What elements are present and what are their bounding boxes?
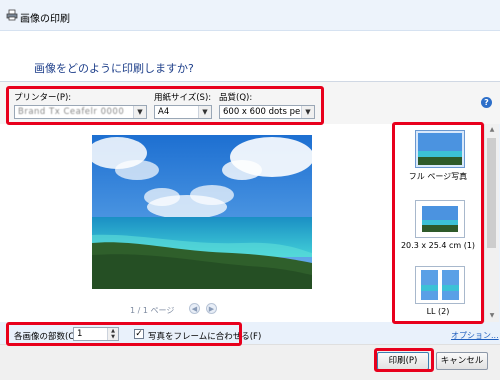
layout-item-ll[interactable]: LL (2) [393,260,483,322]
layout-label: 20.3 x 25.4 cm (1) [400,241,476,250]
scroll-up-icon[interactable]: ▲ [485,124,499,136]
photo-preview [92,135,312,289]
copies-label: 各画像の部数(C): [14,332,81,342]
quality-select[interactable]: 600 x 600 dots per in ▼ [219,105,315,119]
printer-icon [6,9,18,21]
copies-value: 1 [77,329,83,339]
chevron-down-icon: ▼ [301,106,314,118]
printer-select[interactable]: Brand Tx Ceafelr 0000 ▼ [14,105,147,119]
printer-label: プリンター(P): [14,93,72,103]
print-dialog-window: 画像の印刷 画像をどのように印刷しますか? プリンター(P): Brand Tx… [0,0,500,380]
page-indicator: 1 / 1 ページ [130,306,175,315]
paper-size-value: A4 [158,107,170,117]
title-bar: 画像の印刷 [0,0,500,31]
dialog-question: 画像をどのように印刷しますか? [34,62,194,75]
fit-to-frame-label[interactable]: 写真をフレームに合わせる(F) [148,330,261,342]
layout-thumbnail [415,130,465,168]
chevron-down-icon: ▼ [198,106,211,118]
next-page-button[interactable]: ▶ [206,303,217,314]
printer-value: Brand Tx Ceafelr 0000 [18,107,125,117]
landscape-thumbnail-icon [418,133,462,165]
layout-thumbnail [415,266,465,304]
dialog-header: 画像をどのように印刷しますか? [0,31,500,82]
chevron-down-icon: ▼ [133,106,146,118]
layout-list[interactable]: フル ページ写真 20.3 x 25.4 cm (1) LL (2) [392,124,485,322]
paper-size-select[interactable]: A4 ▼ [154,105,212,119]
fit-to-frame-checkbox[interactable]: ✓ [134,329,144,339]
layout-scrollbar[interactable]: ▲ ▼ [484,124,499,322]
options-link[interactable]: オプション... [451,330,499,341]
previous-page-button[interactable]: ◀ [189,303,200,314]
layout-label: LL (2) [426,307,450,316]
landscape-thumbnail-icon [422,206,458,232]
help-icon[interactable]: ? [481,97,492,108]
two-up-thumbnail-icon [421,270,459,300]
scroll-thumb[interactable] [487,138,496,248]
cancel-button[interactable]: キャンセル [436,352,488,370]
spinner-down-icon[interactable]: ▼ [107,334,118,340]
layout-thumbnail [415,200,465,238]
print-button[interactable]: 印刷(P) [377,352,429,370]
window-title: 画像の印刷 [20,14,70,25]
paper-size-label: 用紙サイズ(S): [154,93,212,103]
scroll-down-icon[interactable]: ▼ [485,310,499,322]
copies-spinner[interactable]: 1 ▲ ▼ [73,327,119,341]
layout-label: フル ページ写真 [408,172,468,181]
quality-label: 品質(Q): [219,93,253,103]
layout-item-full-page[interactable]: フル ページ写真 [393,126,483,188]
layout-item-20x25[interactable]: 20.3 x 25.4 cm (1) [393,192,483,254]
